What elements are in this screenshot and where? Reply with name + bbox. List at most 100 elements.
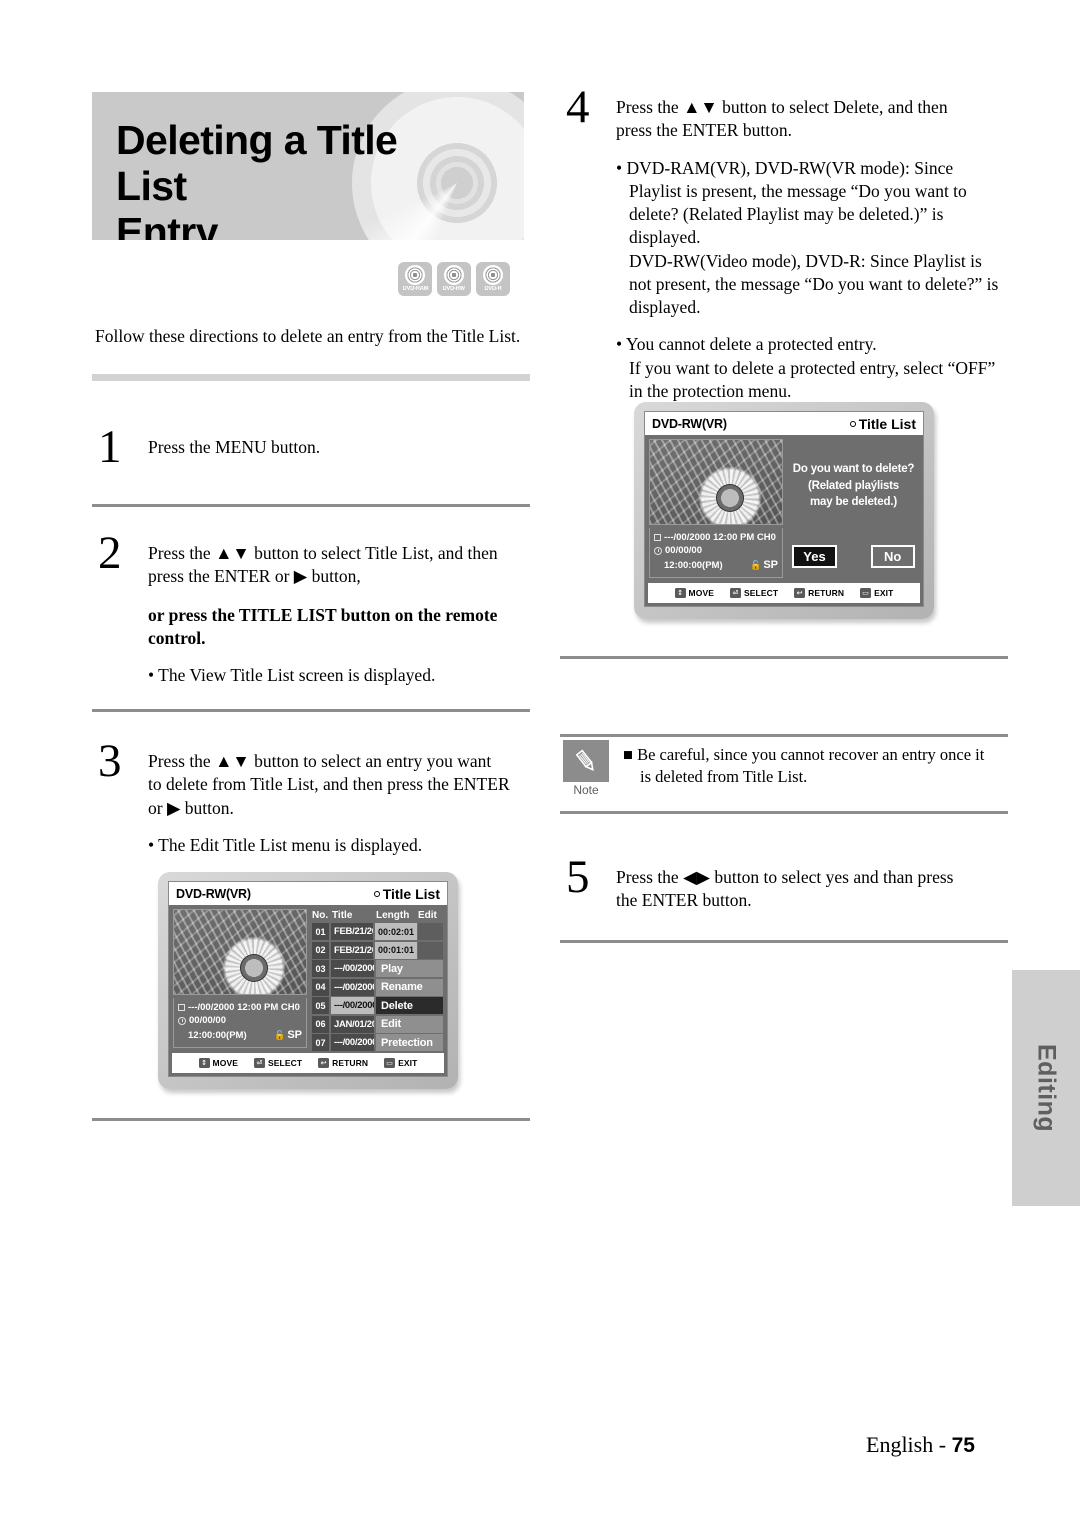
step-3-line3: or ▶ button. bbox=[148, 797, 234, 818]
updown-arrow-icon: ↕ bbox=[674, 588, 686, 598]
row-title: ---/00/2000 bbox=[331, 997, 374, 1014]
page-title-banner: Deleting a Title List Entry bbox=[92, 92, 524, 240]
info-line-1: ---/00/2000 12:00 PM CH0 bbox=[664, 531, 776, 543]
intro-paragraph: Follow these directions to delete an ent… bbox=[95, 326, 521, 346]
step-3-line2: to delete from Title List, and then pres… bbox=[148, 774, 510, 795]
step-4-body: Press the ▲▼ button to select Delete, an… bbox=[616, 88, 1004, 403]
row-title: FEB/21/2004 02 bbox=[331, 923, 373, 940]
col-header-length: Length bbox=[376, 910, 410, 921]
step-4-number: 4 bbox=[566, 81, 590, 133]
legend-select: ⏎ SELECT bbox=[729, 588, 779, 598]
disc-type-label: DVD-RW(VR) bbox=[176, 886, 251, 901]
clock-icon bbox=[654, 547, 662, 556]
note-text: ■ Be careful, since you cannot recover a… bbox=[623, 745, 985, 787]
step-2-bold1: or press the TITLE LIST button on the re… bbox=[148, 604, 498, 625]
table-row[interactable]: 06 JAN/01/2004 Edit bbox=[312, 1015, 443, 1033]
table-row[interactable]: 07 ---/00/2000 Pretection bbox=[312, 1034, 443, 1051]
divider-step5 bbox=[560, 940, 1008, 943]
legend-return-label: RETURN bbox=[808, 588, 845, 598]
divider-intro bbox=[92, 374, 530, 381]
record-mode: 🔓 SP bbox=[750, 558, 778, 574]
delete-confirm-dialog: Do you want to delete? (Related plaýlist… bbox=[788, 439, 919, 578]
table-row[interactable]: 03 ---/00/2000 Play bbox=[312, 960, 443, 977]
tv-screen-body: DVD-RW(VR) Title List ---/00/2000 12:00 … bbox=[168, 881, 448, 1077]
step-2-line1: Press the ▲▼ button to select Title List… bbox=[148, 543, 498, 563]
tv-footer-legend: ↕ MOVE ⏎ SELECT ↩ RETURN ▭ EXIT bbox=[172, 1053, 444, 1073]
return-arrow-icon: ↩ bbox=[794, 588, 806, 598]
preview-column: ---/00/2000 12:00 PM CH0 00/00/00 12:00:… bbox=[649, 439, 783, 578]
disc-square-icon bbox=[178, 1003, 185, 1011]
recording-info-panel: ---/00/2000 12:00 PM CH0 00/00/00 12:00:… bbox=[649, 527, 783, 578]
enter-key-icon: ⏎ bbox=[253, 1058, 265, 1068]
legend-exit-label: EXIT bbox=[874, 588, 894, 598]
context-menu-item-play[interactable]: Play bbox=[376, 960, 443, 977]
context-menu-item-edit[interactable]: Edit bbox=[376, 1015, 443, 1033]
thumbnail-preview bbox=[173, 909, 307, 995]
row-length: 00:02:01 bbox=[375, 923, 417, 940]
dvd-ram-disc-icon: DVD-RAM bbox=[398, 262, 432, 296]
updown-arrow-icon: ↕ bbox=[198, 1058, 210, 1068]
divider-note-top bbox=[560, 734, 1008, 737]
step-3: 3 Press the ▲▼ button to select an entry… bbox=[92, 737, 530, 857]
row-number: 06 bbox=[312, 1015, 329, 1033]
legend-return: ↩ RETURN bbox=[794, 588, 844, 598]
table-row-selected[interactable]: 05 ---/00/2000 Delete bbox=[312, 997, 443, 1014]
page-title-line1: Deleting a Title List bbox=[116, 117, 398, 209]
row-number: 05 bbox=[312, 997, 329, 1014]
record-mode-label: SP bbox=[287, 1029, 302, 1042]
screenshot-edit-title-list: DVD-RW(VR) Title List ---/00/2000 12:00 … bbox=[158, 872, 458, 1089]
exit-key-icon: ▭ bbox=[860, 588, 872, 598]
bullet-circle-icon bbox=[849, 420, 856, 427]
legend-exit: ▭ EXIT bbox=[384, 1058, 417, 1068]
footer-language: English - bbox=[866, 1432, 952, 1457]
context-menu-item-protection[interactable]: Pretection bbox=[376, 1034, 443, 1051]
info-duration-row: 00/00/00 bbox=[654, 544, 778, 558]
info-line-3: 12:00:00(PM) bbox=[664, 560, 723, 572]
table-row[interactable]: 01 FEB/21/2004 02 00:02:01 bbox=[312, 923, 443, 940]
step-2-line2: press the ENTER or ▶ button, bbox=[148, 566, 361, 587]
page-title-line2: Entry bbox=[116, 208, 218, 240]
step-4-bullet-1b: DVD-RW(Video mode), DVD-R: Since Playlis… bbox=[629, 250, 999, 318]
divider-step1 bbox=[92, 504, 530, 507]
tv-header-bar: DVD-RW(VR) Title List bbox=[645, 412, 923, 435]
legend-move: ↕ MOVE bbox=[674, 588, 714, 598]
screen-title: Title List bbox=[849, 416, 916, 432]
context-menu-item-delete[interactable]: Delete bbox=[376, 997, 443, 1014]
step-3-line1: Press the ▲▼ button to select an entry y… bbox=[148, 751, 492, 771]
legend-move-label: MOVE bbox=[688, 588, 714, 598]
page-footer: English - 75 bbox=[866, 1432, 975, 1458]
context-menu-item-rename[interactable]: Rename bbox=[376, 978, 443, 996]
dvd-rw-label: DVD-RW bbox=[442, 286, 466, 292]
table-row[interactable]: 04 ---/00/2000 Rename bbox=[312, 978, 443, 996]
no-button[interactable]: No bbox=[870, 545, 915, 569]
supported-disc-types: DVD-RAM DVD-RW DVD-R bbox=[398, 262, 510, 296]
dvd-r-label: DVD-R bbox=[484, 286, 502, 292]
legend-return-label: RETURN bbox=[332, 1058, 369, 1068]
step-4-line1: Press the ▲▼ button to select Delete, an… bbox=[616, 97, 948, 117]
note-badge: Note bbox=[563, 740, 609, 797]
legend-select-label: SELECT bbox=[743, 588, 779, 598]
tv-screen-body: DVD-RW(VR) Title List ---/00/2000 12:00 … bbox=[644, 411, 924, 607]
record-mode-label: SP bbox=[763, 559, 778, 572]
pencil-icon bbox=[575, 749, 594, 771]
return-arrow-icon: ↩ bbox=[318, 1058, 330, 1068]
clock-icon bbox=[178, 1017, 186, 1026]
tv-main-area: ---/00/2000 12:00 PM CH0 00/00/00 12:00:… bbox=[169, 905, 447, 1051]
flower-center bbox=[687, 455, 773, 524]
info-line-2: 00/00/00 bbox=[665, 545, 702, 557]
bullet-circle-icon bbox=[373, 890, 380, 897]
dialog-buttons: Yes No bbox=[792, 545, 915, 569]
col-header-no: No. bbox=[312, 910, 329, 921]
dialog-message: Do you want to delete? (Related plaýlist… bbox=[793, 461, 915, 511]
record-mode: 🔓 SP bbox=[274, 1028, 302, 1044]
row-number: 07 bbox=[312, 1034, 329, 1051]
legend-move: ↕ MOVE bbox=[198, 1058, 238, 1068]
table-row[interactable]: 02 FEB/21/2004 02 00:01:01 bbox=[312, 941, 443, 959]
row-edit-cell bbox=[418, 941, 443, 959]
step-2: 2 Press the ▲▼ button to select Title Li… bbox=[92, 529, 530, 687]
footer-page-number: 75 bbox=[951, 1434, 975, 1457]
legend-select: ⏎ SELECT bbox=[253, 1058, 302, 1068]
step-2-bullet: • The View Title List screen is displaye… bbox=[148, 665, 436, 686]
yes-button[interactable]: Yes bbox=[792, 545, 837, 569]
step-5: 5 Press the ◀▶ button to select yes and … bbox=[560, 853, 1008, 913]
